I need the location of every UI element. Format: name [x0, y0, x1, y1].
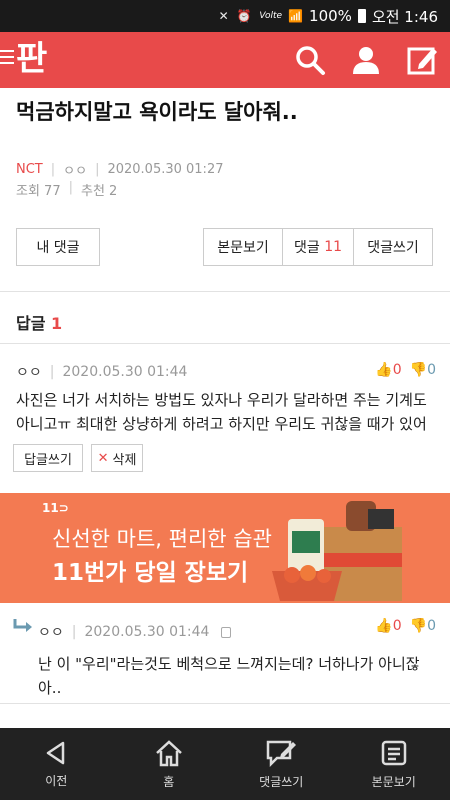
- comment-label: 댓글: [293, 240, 320, 256]
- wifi-icon: 📶: [288, 9, 304, 23]
- up-count: 0: [392, 362, 402, 378]
- banner-subheadline: 11번가 당일 장보기: [52, 560, 249, 586]
- down-count: 0: [427, 362, 436, 378]
- thumbs-down-button[interactable]: 👎0: [410, 618, 436, 634]
- comment-count-button[interactable]: 댓글 11: [282, 228, 354, 266]
- up-count: 0: [392, 618, 402, 634]
- replies-count: 1: [51, 314, 63, 333]
- battery-icon: [357, 9, 366, 23]
- post-author: ㅇㅇ: [63, 164, 88, 179]
- status-bar: ✕ ⏰ Volte 📶 100% 오전 1:46: [0, 0, 450, 32]
- comment-author: ㅇㅇ: [16, 365, 42, 381]
- nav-write-comment-label: 댓글쓰기: [259, 774, 304, 789]
- reply-date: 2020.05.30 01:44: [84, 624, 210, 640]
- battery-level: 100%: [309, 7, 352, 25]
- logo[interactable]: 판: [16, 38, 56, 80]
- banner-headline: 신선한 마트, 편리한 습관: [52, 527, 272, 551]
- divider: [0, 291, 450, 292]
- bottom-nav: 이전 홈 댓글쓰기 본문보기: [0, 728, 450, 800]
- post-stats: 조회 77 | 추천 2: [16, 180, 118, 199]
- divider: [0, 703, 450, 704]
- post-recommend: 추천 2: [81, 184, 118, 199]
- post-title: 먹금하지말고 욕이라도 달아줘..: [16, 100, 298, 124]
- app-bar: 판: [0, 32, 450, 88]
- reply-write-button[interactable]: 답글쓰기: [13, 444, 83, 472]
- nav-view-article[interactable]: 본문보기: [338, 728, 450, 800]
- reply-meta: ㅇㅇ | 2020.05.30 01:44: [38, 622, 232, 642]
- status-icons: ✕ ⏰: [218, 9, 254, 23]
- nav-home[interactable]: 홈: [113, 728, 226, 800]
- reply-author: ㅇㅇ: [38, 625, 64, 641]
- nav-back-label: 이전: [45, 773, 68, 788]
- grocery-bag-icon: [272, 501, 402, 601]
- comment-meta: ㅇㅇ | 2020.05.30 01:44: [16, 364, 188, 381]
- article-icon: [381, 740, 406, 765]
- home-icon: [155, 739, 182, 766]
- status-time: 오전 1:46: [371, 7, 438, 26]
- banner-logo: 11⊃: [42, 501, 69, 515]
- comment-date: 2020.05.30 01:44: [62, 364, 188, 380]
- thumbs-up-button[interactable]: 👍0: [375, 362, 401, 378]
- comment-count: 11: [324, 239, 343, 255]
- my-comment-button[interactable]: 내 댓글: [16, 228, 100, 266]
- post-category[interactable]: NCT: [16, 162, 43, 177]
- nav-write-comment[interactable]: 댓글쓰기: [225, 728, 338, 800]
- nav-home-label: 홈: [163, 774, 175, 789]
- reply-text: 난 이 "우리"라는것도 베척으로 느껴지는데? 너하나가 아니잖아..: [38, 655, 420, 697]
- post-date: 2020.05.30 01:27: [107, 162, 224, 177]
- reply-votes: 👍0 👎0: [375, 618, 436, 634]
- delete-button[interactable]: ✕ 삭제: [91, 444, 143, 472]
- back-icon: [47, 741, 65, 764]
- reply-arrow-icon: [13, 619, 32, 632]
- lock-icon: [221, 626, 232, 638]
- search-icon[interactable]: [294, 44, 326, 76]
- ad-banner[interactable]: 11⊃ 신선한 마트, 편리한 습관 11번가 당일 장보기: [0, 493, 450, 603]
- close-icon: ✕: [97, 450, 109, 466]
- comment-votes: 👍0 👎0: [375, 362, 436, 378]
- post-meta: NCT | ㅇㅇ | 2020.05.30 01:27: [16, 162, 224, 179]
- comment-write-icon: [267, 740, 297, 767]
- menu-icon[interactable]: [0, 50, 14, 68]
- post-views: 조회 77: [16, 184, 61, 199]
- write-icon[interactable]: [406, 44, 438, 76]
- write-comment-button[interactable]: 댓글쓰기: [353, 228, 433, 266]
- replies-label: 답글: [16, 314, 46, 333]
- view-body-button[interactable]: 본문보기: [203, 228, 283, 266]
- down-count: 0: [427, 618, 436, 634]
- thumbs-down-button[interactable]: 👎0: [410, 362, 436, 378]
- nav-back[interactable]: 이전: [0, 728, 113, 800]
- user-icon[interactable]: [350, 44, 382, 76]
- thumbs-up-button[interactable]: 👍0: [375, 618, 401, 634]
- delete-label: 삭제: [112, 452, 137, 468]
- replies-header: 답글 1: [16, 310, 62, 334]
- comment-text: 사진은 너가 서치하는 방법도 있자나 우리가 달라하면 주는 기계도 아니고ㅠ…: [16, 391, 427, 433]
- signal-label: Volte: [259, 11, 283, 21]
- nav-view-article-label: 본문보기: [371, 774, 416, 789]
- divider: [0, 343, 450, 344]
